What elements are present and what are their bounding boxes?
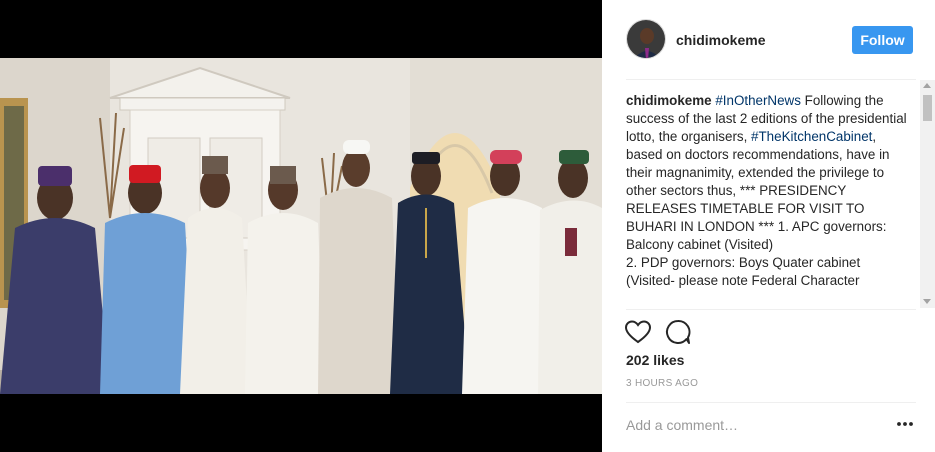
- group-photo-scene: [0, 58, 602, 394]
- hashtag-link[interactable]: #InOtherNews: [715, 93, 801, 108]
- post-timestamp[interactable]: 3 HOURS AGO: [626, 378, 698, 389]
- follow-button[interactable]: Follow: [852, 26, 913, 54]
- caption-text: 2. PDP governors: Boys Quater cabinet (V…: [626, 255, 861, 288]
- add-comment-input[interactable]: [626, 414, 876, 436]
- hashtag-link[interactable]: #TheKitchenCabinet: [751, 129, 872, 144]
- scroll-down-arrow-icon[interactable]: [923, 299, 931, 304]
- actions-divider: [626, 309, 916, 310]
- scrollbar-thumb[interactable]: [923, 95, 932, 121]
- post-photo[interactable]: [0, 58, 602, 394]
- post-side-panel: chidimokeme Follow chidimokeme #InOtherN…: [602, 0, 935, 452]
- media-panel: [0, 0, 602, 452]
- comment-icon[interactable]: [664, 318, 692, 346]
- avatar-image: [627, 20, 665, 58]
- more-options-icon[interactable]: [896, 418, 914, 430]
- post-header: chidimokeme Follow: [602, 0, 935, 80]
- caption-scrollbar[interactable]: [920, 80, 935, 308]
- username[interactable]: chidimokeme: [676, 32, 765, 48]
- caption-text: , based on doctors recommendations, have…: [626, 129, 890, 252]
- likes-count[interactable]: 202 likes: [626, 352, 684, 368]
- scroll-up-arrow-icon[interactable]: [923, 83, 931, 88]
- avatar[interactable]: [626, 19, 666, 59]
- comment-divider: [626, 402, 916, 403]
- header-divider: [626, 79, 916, 80]
- heart-icon[interactable]: [624, 318, 652, 346]
- caption-username[interactable]: chidimokeme: [626, 93, 712, 108]
- post-caption: chidimokeme #InOtherNews Following the s…: [626, 92, 908, 308]
